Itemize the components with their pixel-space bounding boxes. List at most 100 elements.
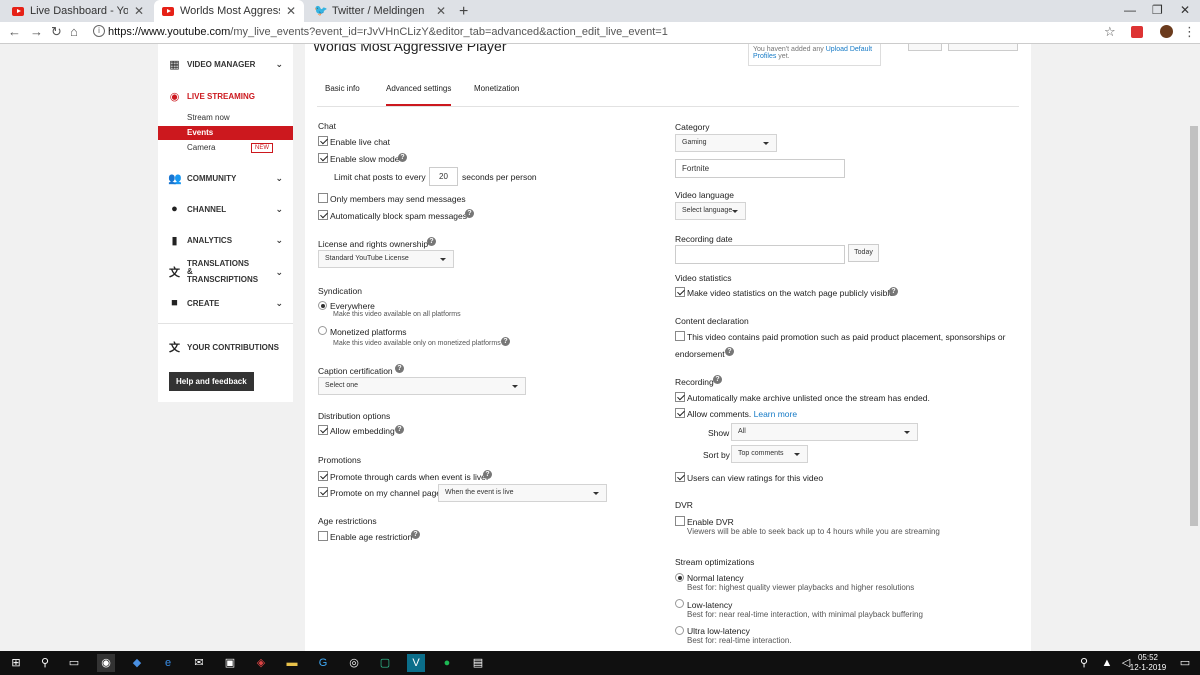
- scrollbar-thumb[interactable]: [1190, 126, 1198, 526]
- close-window-icon[interactable]: ✕: [1180, 3, 1190, 17]
- tab-monetization[interactable]: Monetization: [474, 84, 519, 93]
- restore-icon[interactable]: ❐: [1152, 3, 1163, 17]
- search-icon[interactable]: ⚲: [36, 654, 54, 672]
- help-icon[interactable]: ?: [725, 347, 734, 356]
- recording-date-input[interactable]: [675, 245, 845, 264]
- sidebar-item-events[interactable]: Events: [158, 126, 293, 140]
- clock[interactable]: 05:52 12-1-2019: [1128, 653, 1168, 673]
- chrome-icon[interactable]: ◉: [97, 654, 115, 672]
- extension-icon[interactable]: [1131, 26, 1143, 38]
- help-feedback-button[interactable]: Help and feedback: [169, 372, 254, 391]
- close-icon[interactable]: ✕: [134, 4, 144, 18]
- help-icon[interactable]: ?: [395, 364, 404, 373]
- help-icon[interactable]: ?: [483, 470, 492, 479]
- ratings-checkbox[interactable]: [675, 472, 685, 482]
- language-select[interactable]: Select language: [675, 202, 746, 220]
- stats-public-checkbox[interactable]: [675, 287, 685, 297]
- game-title-input[interactable]: Fortnite: [675, 159, 845, 178]
- back-icon[interactable]: ←: [8, 24, 21, 39]
- app-icon[interactable]: ◈: [252, 654, 270, 672]
- url-field[interactable]: https://www.youtube.com/my_live_events?e…: [108, 26, 668, 38]
- edge-icon[interactable]: e: [159, 654, 177, 672]
- minimize-icon[interactable]: —: [1124, 3, 1136, 17]
- notifications-icon[interactable]: ▭: [1176, 654, 1194, 672]
- app-icon[interactable]: G: [314, 654, 332, 672]
- help-icon[interactable]: ?: [713, 375, 722, 384]
- network-icon[interactable]: ▲: [1098, 654, 1116, 672]
- comments-sort-select[interactable]: Top comments: [731, 445, 808, 463]
- close-icon[interactable]: ✕: [286, 4, 296, 18]
- sidebar-item-contributions[interactable]: 文 YOUR CONTRIBUTIONS: [158, 337, 293, 357]
- forward-icon[interactable]: →: [30, 24, 43, 39]
- mail-icon[interactable]: ✉: [190, 654, 208, 672]
- promote-cards-checkbox[interactable]: [318, 471, 328, 481]
- person-icon[interactable]: ⚲: [1075, 654, 1093, 672]
- help-icon[interactable]: ?: [889, 287, 898, 296]
- page-scrollbar[interactable]: [1188, 44, 1200, 651]
- enable-live-chat-checkbox[interactable]: [318, 136, 328, 146]
- app-icon[interactable]: ▢: [376, 654, 394, 672]
- sidebar-item-live-streaming[interactable]: ◉ LIVE STREAMING: [158, 86, 293, 106]
- help-icon[interactable]: ?: [465, 209, 474, 218]
- info-icon[interactable]: i: [93, 25, 105, 37]
- allow-comments-checkbox[interactable]: [675, 408, 685, 418]
- sidebar-item-stream-now[interactable]: Stream now: [158, 111, 293, 125]
- bookmark-star-icon[interactable]: ☆: [1104, 24, 1116, 40]
- sidebar-item-community[interactable]: 👥 COMMUNITY ⌄: [158, 168, 293, 188]
- enable-dvr-checkbox[interactable]: [675, 516, 685, 526]
- browser-tab-twitter[interactable]: 🐦 Twitter / Meldingen ✕: [306, 0, 454, 22]
- windows-start-icon[interactable]: ⊞: [7, 654, 25, 672]
- tab-basic-info[interactable]: Basic info: [325, 84, 360, 93]
- obs-icon[interactable]: ◎: [345, 654, 363, 672]
- tab-advanced-settings[interactable]: Advanced settings: [386, 84, 452, 106]
- today-button[interactable]: Today: [848, 244, 879, 262]
- app-icon[interactable]: ▤: [469, 654, 487, 672]
- comments-show-select[interactable]: All: [731, 423, 918, 441]
- browser-tab-event[interactable]: Worlds Most Aggressive Player - ✕: [154, 0, 304, 22]
- ultra-low-latency-radio[interactable]: [675, 626, 684, 635]
- category-select[interactable]: Gaming: [675, 134, 777, 152]
- members-only-checkbox[interactable]: [318, 193, 328, 203]
- save-changes-button[interactable]: [948, 44, 1018, 51]
- reload-icon[interactable]: ↻: [51, 24, 62, 40]
- help-icon[interactable]: ?: [501, 337, 510, 346]
- new-tab-button[interactable]: +: [459, 3, 468, 21]
- low-latency-radio[interactable]: [675, 599, 684, 608]
- monetized-radio[interactable]: [318, 326, 327, 335]
- slow-mode-seconds-input[interactable]: 20: [429, 167, 458, 186]
- browser-tab-live-dashboard[interactable]: Live Dashboard - YouTube ✕: [4, 0, 152, 22]
- normal-latency-radio[interactable]: [675, 573, 684, 582]
- caption-select[interactable]: Select one: [318, 377, 526, 395]
- sidebar-item-channel[interactable]: ● CHANNEL ⌄: [158, 199, 293, 219]
- cancel-button[interactable]: [908, 44, 942, 51]
- dropbox-icon[interactable]: ◆: [128, 654, 146, 672]
- help-icon[interactable]: ?: [427, 237, 436, 246]
- home-icon[interactable]: ⌂: [70, 24, 78, 39]
- menu-dots-icon[interactable]: ⋮: [1183, 24, 1196, 40]
- promote-channel-select[interactable]: When the event is live: [438, 484, 607, 502]
- block-spam-checkbox[interactable]: [318, 210, 328, 220]
- learn-more-link[interactable]: Learn more: [754, 409, 797, 419]
- paid-promotion-checkbox[interactable]: [675, 331, 685, 341]
- folder-icon[interactable]: ▬: [283, 654, 301, 672]
- sidebar-item-camera[interactable]: Camera NEW: [158, 141, 293, 155]
- sidebar-item-analytics[interactable]: ▮ ANALYTICS ⌄: [158, 230, 293, 250]
- store-icon[interactable]: ▣: [221, 654, 239, 672]
- license-select[interactable]: Standard YouTube License: [318, 250, 454, 268]
- promote-channel-checkbox[interactable]: [318, 487, 328, 497]
- spotify-icon[interactable]: ●: [438, 654, 456, 672]
- help-icon[interactable]: ?: [411, 530, 420, 539]
- close-icon[interactable]: ✕: [436, 4, 446, 18]
- sidebar-item-video-manager[interactable]: ▦ VIDEO MANAGER ⌄: [158, 54, 293, 74]
- everywhere-radio[interactable]: [318, 301, 327, 310]
- archive-unlisted-checkbox[interactable]: [675, 392, 685, 402]
- help-icon[interactable]: ?: [398, 153, 407, 162]
- allow-embedding-checkbox[interactable]: [318, 425, 328, 435]
- sidebar-item-translations[interactable]: 文 TRANSLATIONS & TRANSCRIPTIONS ⌄: [158, 260, 293, 284]
- help-icon[interactable]: ?: [395, 425, 404, 434]
- task-view-icon[interactable]: ▭: [65, 654, 83, 672]
- age-restriction-checkbox[interactable]: [318, 531, 328, 541]
- sidebar-item-create[interactable]: ■ CREATE ⌄: [158, 293, 293, 313]
- enable-slow-mode-checkbox[interactable]: [318, 153, 328, 163]
- vegas-icon[interactable]: V: [407, 654, 425, 672]
